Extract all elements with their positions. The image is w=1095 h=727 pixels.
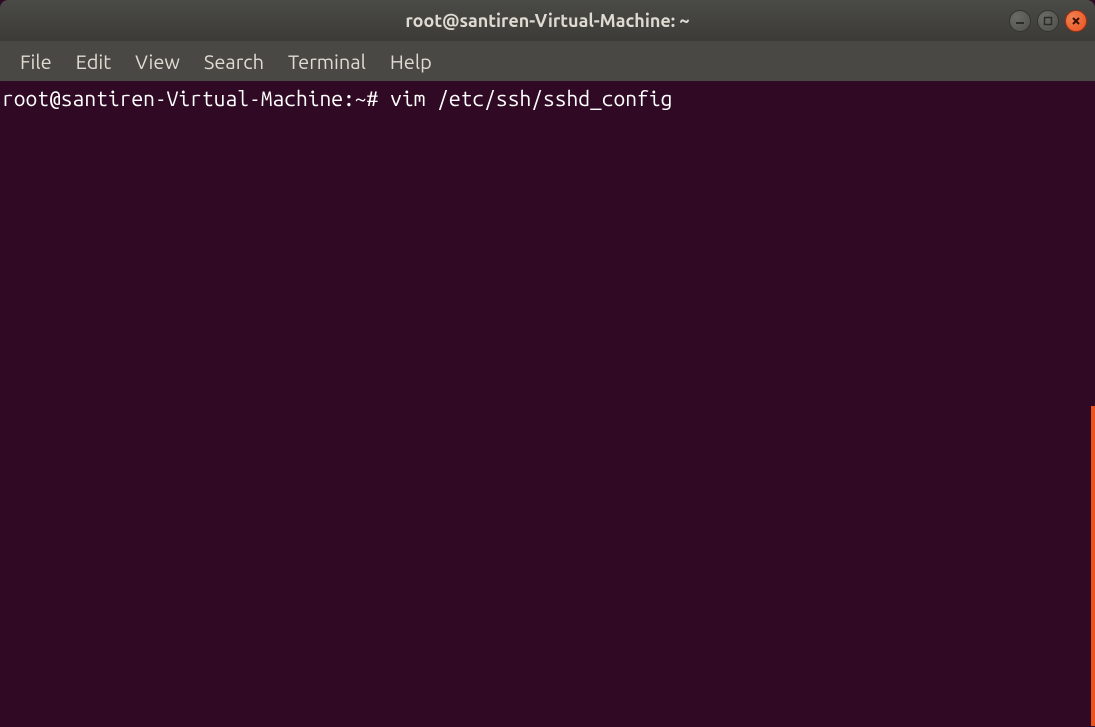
menubar: File Edit View Search Terminal Help bbox=[0, 41, 1095, 81]
menu-help[interactable]: Help bbox=[378, 44, 444, 79]
menu-file[interactable]: File bbox=[8, 44, 64, 79]
menu-terminal[interactable]: Terminal bbox=[276, 44, 378, 79]
maximize-button[interactable] bbox=[1037, 10, 1059, 32]
shell-prompt: root@santiren-Virtual-Machine:~# bbox=[2, 86, 378, 110]
scrollbar-thumb[interactable] bbox=[1091, 406, 1095, 726]
minimize-icon bbox=[1014, 15, 1026, 27]
maximize-icon bbox=[1042, 15, 1054, 27]
menu-view[interactable]: View bbox=[123, 44, 192, 79]
menu-search[interactable]: Search bbox=[192, 44, 276, 79]
window-titlebar: root@santiren-Virtual-Machine: ~ bbox=[0, 0, 1095, 41]
window-controls bbox=[1009, 10, 1087, 32]
menu-edit[interactable]: Edit bbox=[64, 44, 123, 79]
shell-command: vim /etc/ssh/sshd_config bbox=[390, 86, 672, 110]
window-title: root@santiren-Virtual-Machine: ~ bbox=[405, 11, 689, 31]
terminal-body[interactable]: root@santiren-Virtual-Machine:~# vim /et… bbox=[0, 81, 1095, 727]
minimize-button[interactable] bbox=[1009, 10, 1031, 32]
close-button[interactable] bbox=[1065, 10, 1087, 32]
terminal-line: root@santiren-Virtual-Machine:~# vim /et… bbox=[2, 85, 1093, 111]
close-icon bbox=[1070, 15, 1082, 27]
